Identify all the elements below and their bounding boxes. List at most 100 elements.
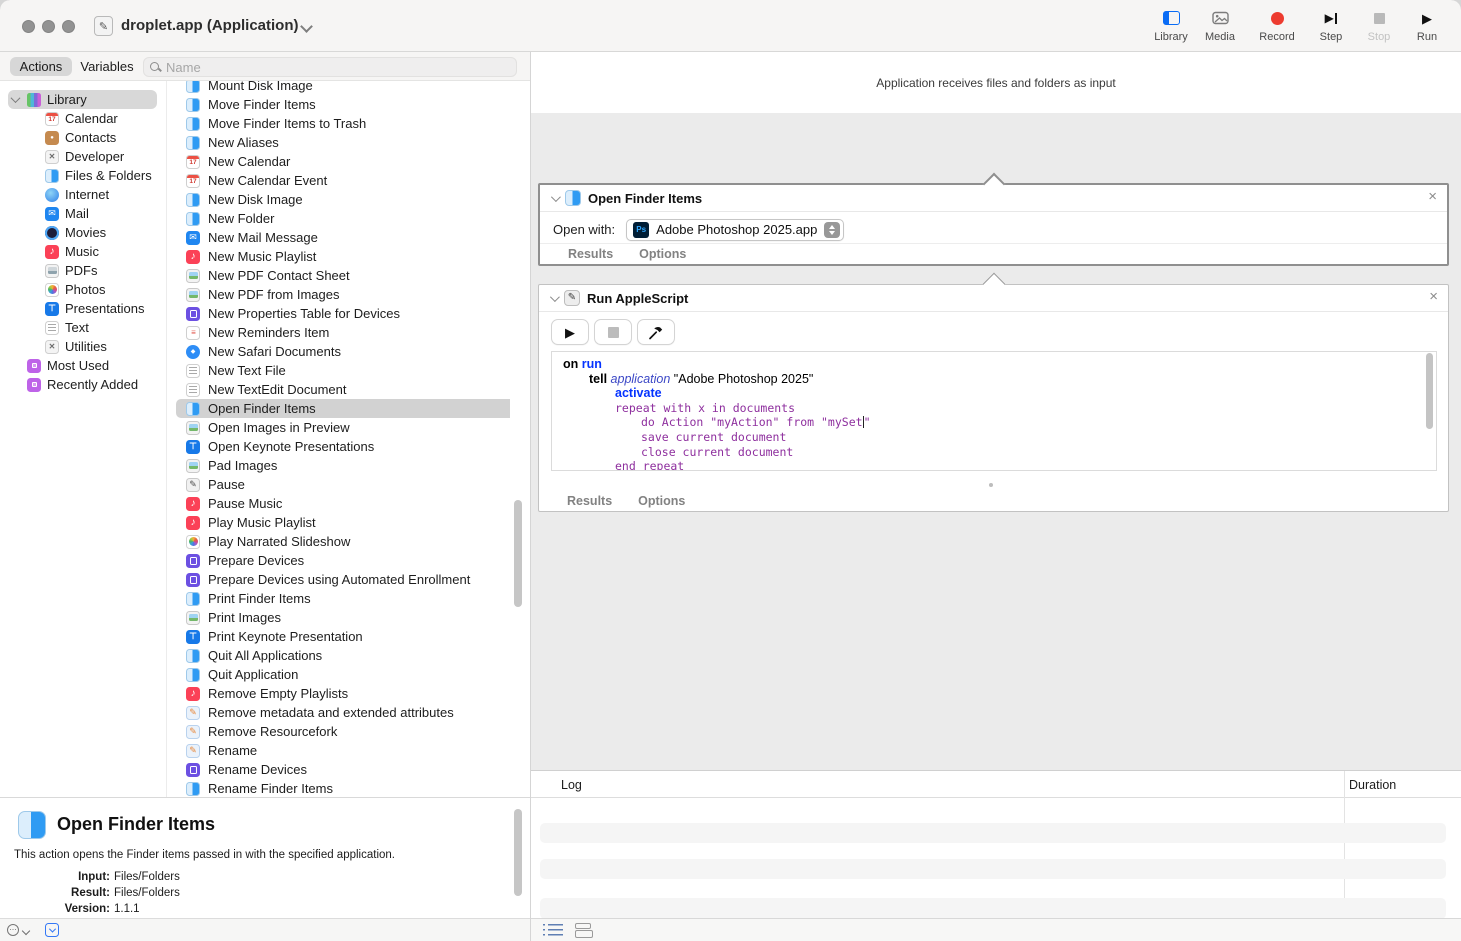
results-link[interactable]: Results [567, 494, 612, 508]
disclosure-chevron-icon[interactable] [10, 93, 21, 104]
action-item-label: Move Finder Items to Trash [208, 116, 367, 131]
action-item-label: Print Finder Items [208, 591, 311, 606]
run-applescript-action-block[interactable]: ✎ Run AppleScript × ▶ on run tell applica… [538, 272, 1449, 512]
action-block-header[interactable]: Open Finder Items [540, 185, 1447, 212]
action-list-item[interactable]: Quit Application [167, 665, 510, 684]
action-list-item[interactable]: Prepare Devices [167, 551, 510, 570]
action-list-item[interactable]: Print Images [167, 608, 510, 627]
action-list-item[interactable]: ♪ Pause Music [167, 494, 510, 513]
action-list-item[interactable]: New Aliases [167, 133, 510, 152]
zoom-window-button[interactable] [62, 20, 75, 33]
sidebar-item[interactable]: Most Used [0, 356, 166, 375]
sidebar-item[interactable]: ✕ Developer [0, 147, 166, 166]
action-list-item[interactable]: New TextEdit Document [167, 380, 510, 399]
action-list-item[interactable]: Rename Devices [167, 760, 510, 779]
sidebar-item[interactable]: Library [0, 90, 166, 109]
action-list-item[interactable]: Rename Finder Items [167, 779, 510, 797]
action-list-item[interactable]: ♪ Play Music Playlist [167, 513, 510, 532]
remove-action-button[interactable]: × [1428, 189, 1437, 204]
sidebar-item[interactable]: ✉ Mail [0, 204, 166, 223]
minimize-window-button[interactable] [42, 20, 55, 33]
script-run-button[interactable]: ▶ [551, 319, 589, 345]
action-list-item[interactable]: ◆ New Safari Documents [167, 342, 510, 361]
action-list-item[interactable]: New Properties Table for Devices [167, 304, 510, 323]
options-link[interactable]: Options [639, 247, 686, 261]
toolbar-step-button[interactable]: ▶ Step [1306, 8, 1356, 43]
open-with-popup-button[interactable]: Ps Adobe Photoshop 2025.app [626, 218, 845, 241]
sidebar-item[interactable]: Internet [0, 185, 166, 204]
open-with-row: Open with: Ps Adobe Photoshop 2025.app [553, 218, 845, 241]
action-list-item[interactable]: Move Finder Items to Trash [167, 114, 510, 133]
sidebar-item[interactable]: 17 Calendar [0, 109, 166, 128]
log-list-view-icon[interactable] [543, 924, 563, 936]
sidebar-item[interactable]: Text [0, 318, 166, 337]
close-window-button[interactable] [22, 20, 35, 33]
remove-action-button[interactable]: × [1429, 289, 1438, 304]
action-list-item[interactable]: Open Images in Preview [167, 418, 510, 437]
toolbar-record-button[interactable]: Record [1252, 8, 1302, 43]
tab-actions[interactable]: Actions [10, 57, 72, 76]
toolbar-library-button[interactable]: Library [1146, 8, 1196, 43]
media-browser-toggle-icon[interactable] [45, 923, 59, 937]
action-list-item[interactable]: ✉ New Mail Message [167, 228, 510, 247]
action-list-item[interactable]: New Text File [167, 361, 510, 380]
action-list-item[interactable]: New PDF Contact Sheet [167, 266, 510, 285]
script-compile-button[interactable] [637, 319, 675, 345]
sidebar-item[interactable]: ● Contacts [0, 128, 166, 147]
applescript-code-editor[interactable]: on run tell application "Adobe Photoshop … [551, 351, 1437, 471]
action-list-item[interactable]: Prepare Devices using Automated Enrollme… [167, 570, 510, 589]
sidebar-item-label: Mail [65, 206, 89, 221]
sidebar-item[interactable]: ✕ Utilities [0, 337, 166, 356]
action-list-item[interactable]: ≡ New Reminders Item [167, 323, 510, 342]
log-column-header[interactable]: Log [561, 778, 582, 792]
action-list-item[interactable]: ♪ Remove Empty Playlists [167, 684, 510, 703]
action-list-item[interactable]: ⊤ Print Keynote Presentation [167, 627, 510, 646]
results-link[interactable]: Results [568, 247, 613, 261]
script-stop-button[interactable] [594, 319, 632, 345]
action-list-item[interactable]: New Disk Image [167, 190, 510, 209]
sidebar-item[interactable]: Photos [0, 280, 166, 299]
sidebar-item[interactable]: Files & Folders [0, 166, 166, 185]
collapse-chevron-icon[interactable] [549, 291, 560, 302]
action-list-item[interactable]: Open Finder Items [167, 399, 510, 418]
toolbar-run-button[interactable]: ▶ Run [1402, 8, 1452, 44]
description-scrollbar[interactable] [514, 809, 522, 896]
action-list-item[interactable]: Move Finder Items [167, 95, 510, 114]
search-input[interactable]: Name [143, 57, 517, 77]
action-list-item[interactable]: ✎ Pause [167, 475, 510, 494]
action-list-item[interactable]: Pad Images [167, 456, 510, 475]
action-list-item[interactable]: 17 New Calendar [167, 152, 510, 171]
code-scrollbar[interactable] [1426, 353, 1433, 429]
duration-column-header[interactable]: Duration [1349, 778, 1396, 792]
action-list-item[interactable]: ✎ Remove Resourcefork [167, 722, 510, 741]
collapse-chevron-icon[interactable] [550, 191, 561, 202]
action-list-item[interactable]: Mount Disk Image [167, 81, 510, 95]
sidebar-item[interactable]: PDFs [0, 261, 166, 280]
toolbar-media-button[interactable]: Media [1195, 8, 1245, 43]
code-resize-handle[interactable] [989, 483, 993, 487]
action-list-item[interactable]: ✎ Rename [167, 741, 510, 760]
sidebar-item[interactable]: ♪ Music [0, 242, 166, 261]
tab-variables[interactable]: Variables [78, 57, 136, 76]
action-menu-icon[interactable]: ⋯ [7, 924, 19, 936]
sidebar-item[interactable]: ⊤ Presentations [0, 299, 166, 318]
action-menu-chevron-icon[interactable] [21, 926, 31, 936]
actions-list-scrollbar[interactable] [514, 500, 522, 607]
sidebar-item[interactable]: Recently Added [0, 375, 166, 394]
action-list-item[interactable]: ♪ New Music Playlist [167, 247, 510, 266]
options-link[interactable]: Options [638, 494, 685, 508]
log-panes-view-icon[interactable] [574, 923, 593, 938]
action-list-item[interactable]: 17 New Calendar Event [167, 171, 510, 190]
sidebar-item[interactable]: Movies [0, 223, 166, 242]
action-list-item[interactable]: New PDF from Images [167, 285, 510, 304]
action-list-item[interactable]: Quit All Applications [167, 646, 510, 665]
action-list-item[interactable]: Print Finder Items [167, 589, 510, 608]
title-chevron-down-icon[interactable] [300, 20, 313, 33]
action-item-label: New Folder [208, 211, 275, 226]
action-list-item[interactable]: ✎ Remove metadata and extended attribute… [167, 703, 510, 722]
action-block-header[interactable]: ✎ Run AppleScript [539, 285, 1448, 312]
open-finder-items-action-block[interactable]: Open Finder Items × Open with: Ps Adobe … [538, 172, 1449, 266]
action-list-item[interactable]: Play Narrated Slideshow [167, 532, 510, 551]
action-list-item[interactable]: ⊤ Open Keynote Presentations [167, 437, 510, 456]
action-list-item[interactable]: New Folder [167, 209, 510, 228]
